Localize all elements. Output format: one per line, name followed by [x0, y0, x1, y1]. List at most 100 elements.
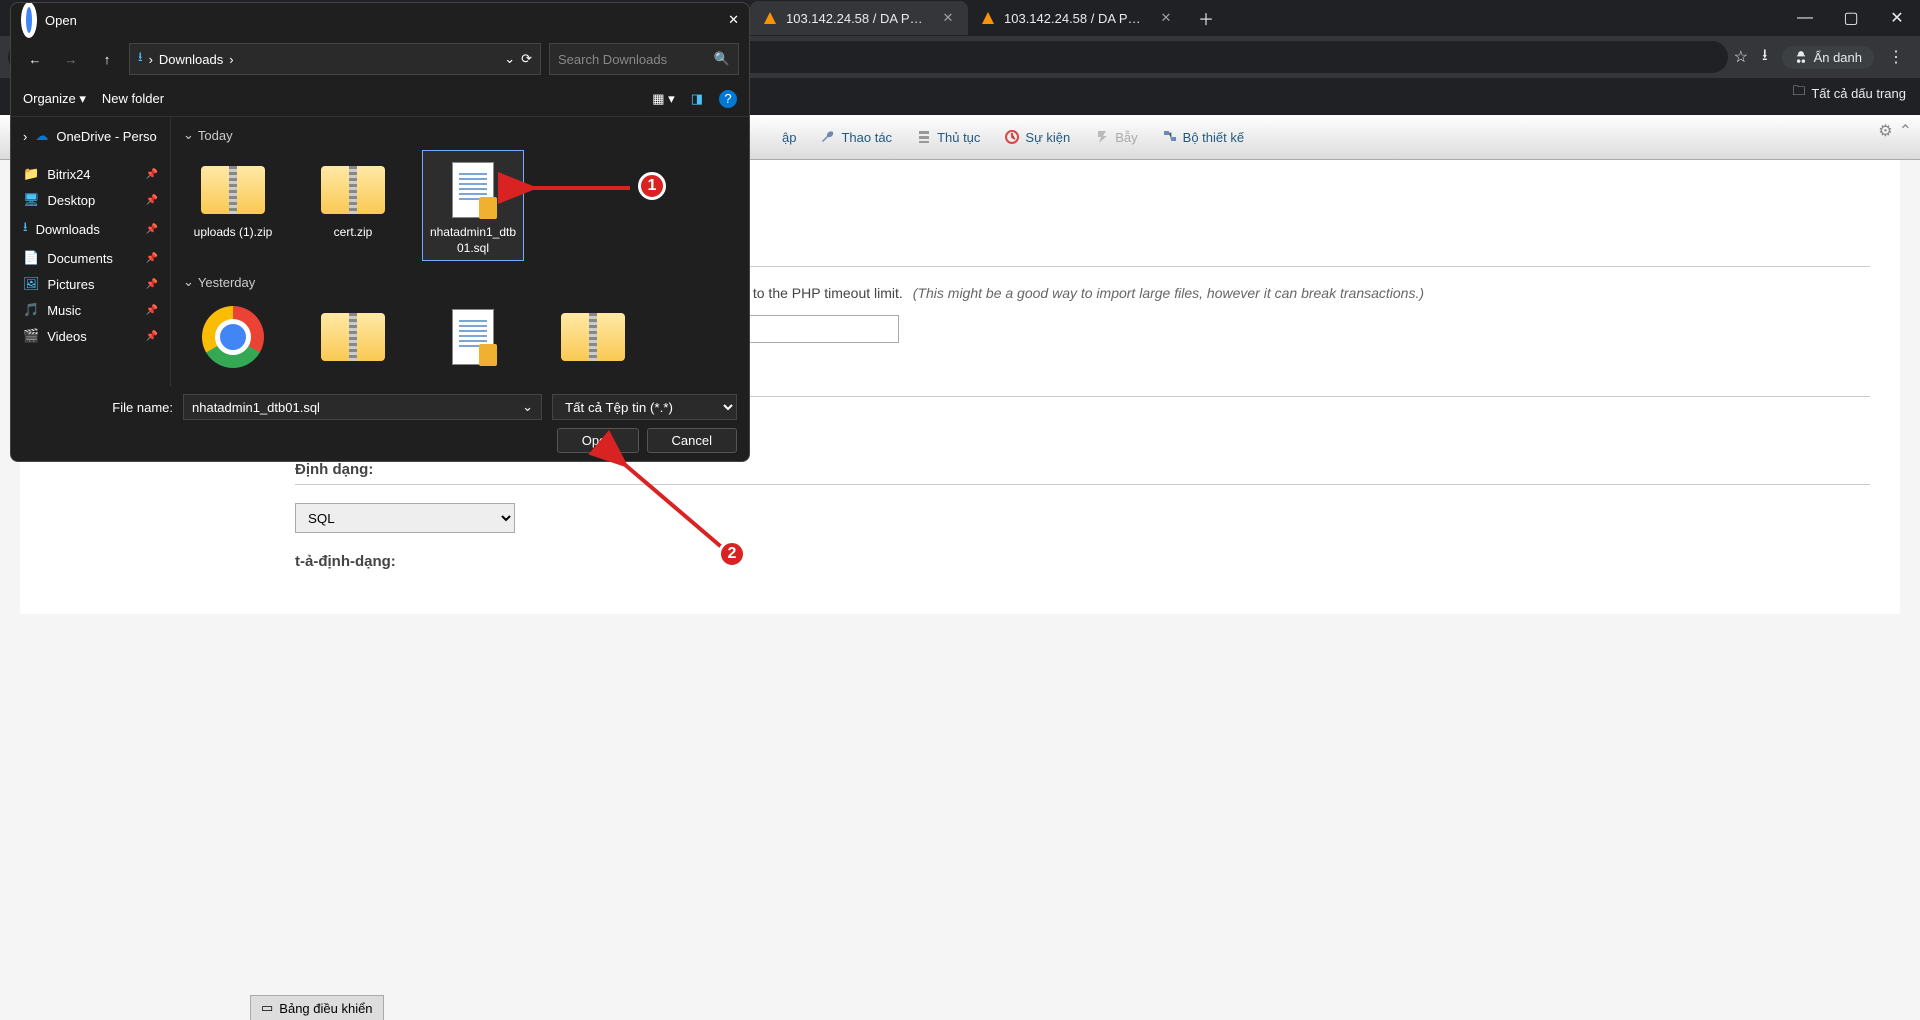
minimize-button[interactable]: —	[1782, 0, 1828, 36]
music-icon: 🎵	[23, 302, 39, 318]
sidebar-item[interactable]: 🖥Desktop📌	[15, 187, 166, 213]
select-format[interactable]: SQL	[295, 503, 515, 533]
new-tab-button[interactable]: ＋	[1192, 4, 1220, 32]
close-icon[interactable]: ✕	[940, 10, 956, 26]
pma-favicon-icon	[762, 10, 778, 26]
file-item[interactable]: cert.zip	[303, 151, 403, 260]
window-buttons: — ▢ ✕	[1782, 0, 1920, 36]
nav-item-operations[interactable]: Thao tác	[808, 115, 904, 159]
preview-pane-button[interactable]: ◨	[691, 91, 703, 107]
back-button[interactable]: ←	[21, 45, 49, 73]
nav-item-events[interactable]: Sự kiện	[992, 115, 1082, 159]
download-icon[interactable]: ⭳	[1762, 44, 1768, 71]
maximize-button[interactable]: ▢	[1828, 0, 1874, 36]
menu-icon[interactable]: ⋮	[1888, 47, 1904, 67]
routine-icon	[916, 129, 932, 145]
path-segment[interactable]: Downloads	[159, 52, 223, 67]
pin-icon: 📌	[146, 253, 158, 264]
cancel-button[interactable]: Cancel	[647, 428, 737, 453]
dialog-footer: File name: nhatadmin1_dtb01.sql⌄ Tất cả …	[11, 386, 749, 461]
sidebar-item[interactable]: 🎬Videos📌	[15, 323, 166, 349]
pin-icon: 📌	[146, 305, 158, 316]
zip-folder-icon	[561, 313, 625, 361]
annotation-badge-2: 2	[718, 540, 746, 568]
close-dialog-button[interactable]: ✕	[728, 12, 739, 28]
sidebar-item[interactable]: 🖼Pictures📌	[15, 271, 166, 297]
file-type-filter[interactable]: Tất cả Tệp tin (*.*)	[552, 394, 737, 420]
forward-button[interactable]: →	[57, 45, 85, 73]
document-icon: 📄	[23, 250, 39, 266]
nav-item-routines[interactable]: Thủ tục	[904, 115, 992, 159]
organize-button[interactable]: Organize ▾	[23, 91, 86, 107]
sidebar-item[interactable]: 📄Documents📌	[15, 245, 166, 271]
view-mode-button[interactable]: ▦ ▾	[652, 91, 674, 107]
all-bookmarks-button[interactable]: 🗀 Tất cả dấu trang	[1792, 82, 1906, 104]
gear-icon[interactable]: ⚙	[1878, 121, 1892, 141]
close-icon[interactable]: ✕	[1158, 10, 1174, 26]
sidebar-onedrive[interactable]: ›☁OneDrive - Perso	[15, 123, 166, 149]
section-format-options: t-ả-định-dạng:	[295, 553, 1870, 576]
filename-label: File name:	[23, 400, 173, 415]
cloud-icon: ☁	[35, 128, 48, 144]
clock-icon	[1004, 129, 1020, 145]
input-skip-queries[interactable]	[734, 315, 899, 343]
file-item[interactable]: uploads (1).zip	[183, 151, 283, 260]
file-item[interactable]	[183, 298, 283, 376]
new-folder-button[interactable]: New folder	[102, 91, 164, 106]
sidebar-item[interactable]: 📁Bitrix24📌	[15, 161, 166, 187]
group-today[interactable]: ⌄Today	[183, 123, 737, 151]
chrome-icon	[202, 306, 264, 368]
search-field[interactable]: Search Downloads 🔍	[549, 43, 739, 75]
refresh-icon[interactable]: ⟳	[521, 51, 532, 67]
annotation-arrow-2	[615, 455, 735, 560]
zip-folder-icon	[321, 166, 385, 214]
tab-1[interactable]: 103.142.24.58 / DA PMA Signon ✕	[750, 1, 968, 35]
folder-icon: 📁	[23, 166, 39, 182]
close-window-button[interactable]: ✕	[1874, 0, 1920, 36]
tab-2[interactable]: 103.142.24.58 / DA PMA Signon ✕	[968, 1, 1186, 35]
filename-input[interactable]: nhatadmin1_dtb01.sql⌄	[183, 394, 542, 420]
up-button[interactable]: ↑	[93, 45, 121, 73]
search-icon: 🔍	[714, 51, 730, 67]
button-row: Open Cancel	[23, 428, 737, 453]
incognito-label: Ẩn danh	[1814, 50, 1862, 65]
desktop-icon: 🖥	[23, 192, 40, 208]
star-icon[interactable]: ☆	[1734, 47, 1748, 67]
sidebar-item[interactable]: 🎵Music📌	[15, 297, 166, 323]
annotation-arrow-1	[520, 178, 640, 203]
chevron-icon: ›	[23, 129, 27, 144]
nav-item-designer[interactable]: Bộ thiết kế	[1150, 115, 1256, 159]
chevron-down-icon: ⌄	[183, 274, 194, 290]
file-grid-yesterday	[183, 298, 737, 386]
video-icon: 🎬	[23, 328, 39, 344]
path-bar[interactable]: ⭳ › Downloads › ⌄ ⟳	[129, 43, 541, 75]
dialog-nav: ← → ↑ ⭳ › Downloads › ⌄ ⟳ Search Downloa…	[11, 37, 749, 81]
chevron-down-icon[interactable]: ⌄	[504, 51, 515, 67]
wrench-icon	[820, 129, 836, 145]
all-bookmarks-label: Tất cả dấu trang	[1811, 86, 1906, 101]
incognito-icon	[1794, 50, 1808, 64]
file-list: ⌄Today uploads (1).zip cert.zip nhatadmi…	[171, 117, 749, 386]
nav-item-triggers[interactable]: Bẫy	[1082, 115, 1149, 159]
collapse-icon[interactable]: ⌃	[1899, 121, 1912, 141]
incognito-badge[interactable]: Ẩn danh	[1782, 46, 1874, 69]
control-panel-label: Bảng điều khiển	[279, 1001, 372, 1016]
sidebar-item[interactable]: ⭳Downloads📌	[15, 213, 166, 245]
nav-item-import[interactable]: ập	[770, 115, 808, 159]
download-icon: ⭳	[23, 218, 28, 240]
open-button[interactable]: Open	[557, 428, 639, 453]
sql-file-icon	[452, 309, 494, 365]
group-yesterday[interactable]: ⌄Yesterday	[183, 270, 737, 298]
sql-file-icon	[452, 162, 494, 218]
file-item[interactable]	[303, 298, 403, 376]
folder-icon: 🗀	[1792, 82, 1805, 104]
chevron-icon: ›	[149, 52, 153, 67]
zip-folder-icon	[201, 166, 265, 214]
file-item[interactable]	[423, 298, 523, 376]
panel-icon: ▭	[261, 1000, 273, 1016]
control-panel-toggle[interactable]: ▭ Bảng điều khiển	[250, 995, 384, 1020]
file-item[interactable]	[543, 298, 643, 376]
help-icon[interactable]: ?	[719, 90, 737, 108]
download-path-icon: ⭳	[138, 48, 143, 70]
file-item-selected[interactable]: nhatadmin1_dtb01.sql	[423, 151, 523, 260]
